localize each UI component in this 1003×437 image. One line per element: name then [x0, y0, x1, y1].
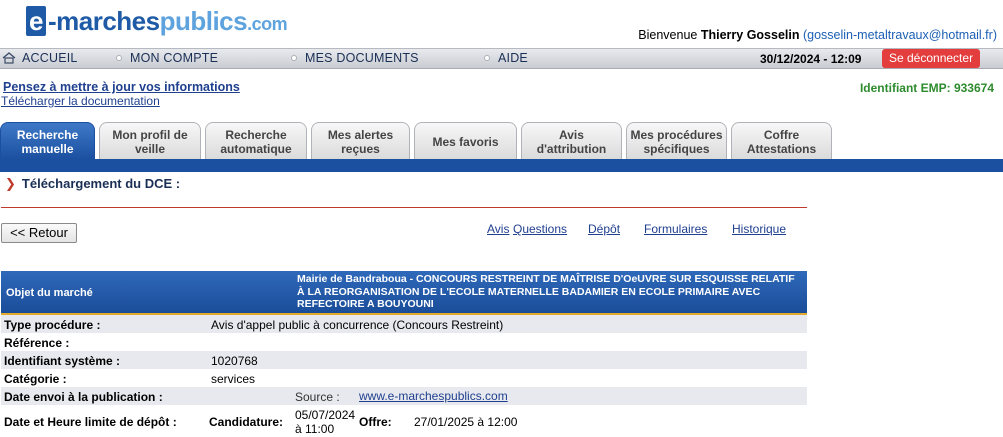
update-info-link[interactable]: Pensez à mettre à jour vos informations [3, 80, 240, 94]
candidature-label: Candidature: [209, 415, 284, 429]
tab-coffre-attestations[interactable]: Coffre Attestations [731, 122, 832, 160]
detail-row: Identifiant système : 1020768 [1, 351, 807, 369]
nav-mon-compte[interactable]: MON COMPTE [116, 51, 218, 65]
home-icon [2, 52, 16, 64]
tab-mes-favoris[interactable]: Mes favoris [414, 122, 517, 160]
objet-value: Mairie de Bandraboua - CONCOURS RESTREIN… [297, 273, 795, 310]
download-documentation-link[interactable]: Télécharger la documentation [1, 94, 160, 108]
user-name: Thierry Gosselin [700, 28, 800, 42]
back-button[interactable]: << Retour [1, 223, 77, 243]
detail-value: services [211, 372, 256, 386]
offre-label: Offre: [359, 415, 392, 429]
offre-value: 27/01/2025 à 12:00 [414, 415, 518, 429]
detail-row: Référence : [1, 333, 807, 351]
detail-label: Référence : [4, 336, 70, 350]
site-header: e -marchespublics.com Bienvenue Thierry G… [0, 0, 1003, 48]
page-title: ❯ Téléchargement du DCE : [5, 176, 181, 191]
link-questions[interactable]: Questions [513, 222, 567, 236]
candidature-value: 05/07/2024 à 11:00 [295, 408, 356, 436]
detail-row: Catégorie : services [1, 369, 807, 387]
tab-recherche-automatique[interactable]: Recherche automatique [205, 122, 307, 160]
detail-value: 1020768 [211, 354, 258, 368]
detail-label: Catégorie : [4, 372, 67, 386]
logout-button[interactable]: Se déconnecter [882, 49, 981, 68]
tab-mon-profil-de-veille[interactable]: Mon profil de veille [99, 122, 201, 160]
tab-mes-procedures[interactable]: Mes procédures spécifiques [626, 122, 727, 160]
welcome-message: Bienvenue Thierry Gosselin (gosselin-met… [638, 28, 997, 42]
nav-aide[interactable]: AIDE [484, 51, 528, 65]
source-label: Source : [295, 390, 340, 404]
link-avis[interactable]: Avis [487, 222, 509, 236]
divider [1, 207, 807, 208]
link-depot[interactable]: Dépôt [588, 222, 620, 236]
objet-header: Objet du marché Mairie de Bandraboua - C… [1, 271, 807, 313]
deadline-label: Date et Heure limite de dépôt : [4, 415, 177, 429]
source-link[interactable]: www.e-marchespublics.com [359, 389, 508, 403]
detail-row: Type procédure : Avis d'appel public à c… [1, 315, 807, 333]
user-email: (gosselin-metaltravaux@hotmail.fr) [802, 28, 997, 42]
tab-recherche-manuelle[interactable]: Recherche manuelle [0, 122, 95, 160]
bullet-icon [116, 55, 122, 61]
main-tabs: Recherche manuelle Mon profil de veille Re… [0, 122, 1003, 160]
detail-value: Avis d'appel public à concurrence (Conco… [211, 318, 504, 332]
nav-mes-documents[interactable]: MES DOCUMENTS [291, 51, 419, 65]
nav-accueil[interactable]: ACCUEIL [2, 51, 78, 65]
link-historique[interactable]: Historique [732, 222, 786, 236]
detail-label: Identifiant système : [4, 354, 121, 368]
bullet-icon [484, 55, 490, 61]
current-datetime: 30/12/2024 - 12:09 [760, 52, 862, 66]
tab-mes-alertes[interactable]: Mes alertes reçues [311, 122, 410, 160]
chevron-right-icon: ❯ [5, 176, 16, 191]
link-formulaires[interactable]: Formulaires [644, 222, 707, 236]
site-logo[interactable]: e -marchespublics.com [26, 6, 288, 39]
detail-label: Date envoi à la publication : [4, 390, 163, 404]
tab-bar-underline [0, 159, 1003, 172]
emp-identifier: Identifiant EMP: 933674 [859, 81, 994, 95]
top-navigation: ACCUEIL MON COMPTE MES DOCUMENTS AIDE 30… [0, 48, 1003, 69]
bullet-icon [291, 55, 297, 61]
tab-avis-attribution[interactable]: Avis d'attribution [521, 122, 622, 160]
objet-label: Objet du marché [6, 287, 93, 299]
detail-label: Type procédure : [4, 318, 101, 332]
